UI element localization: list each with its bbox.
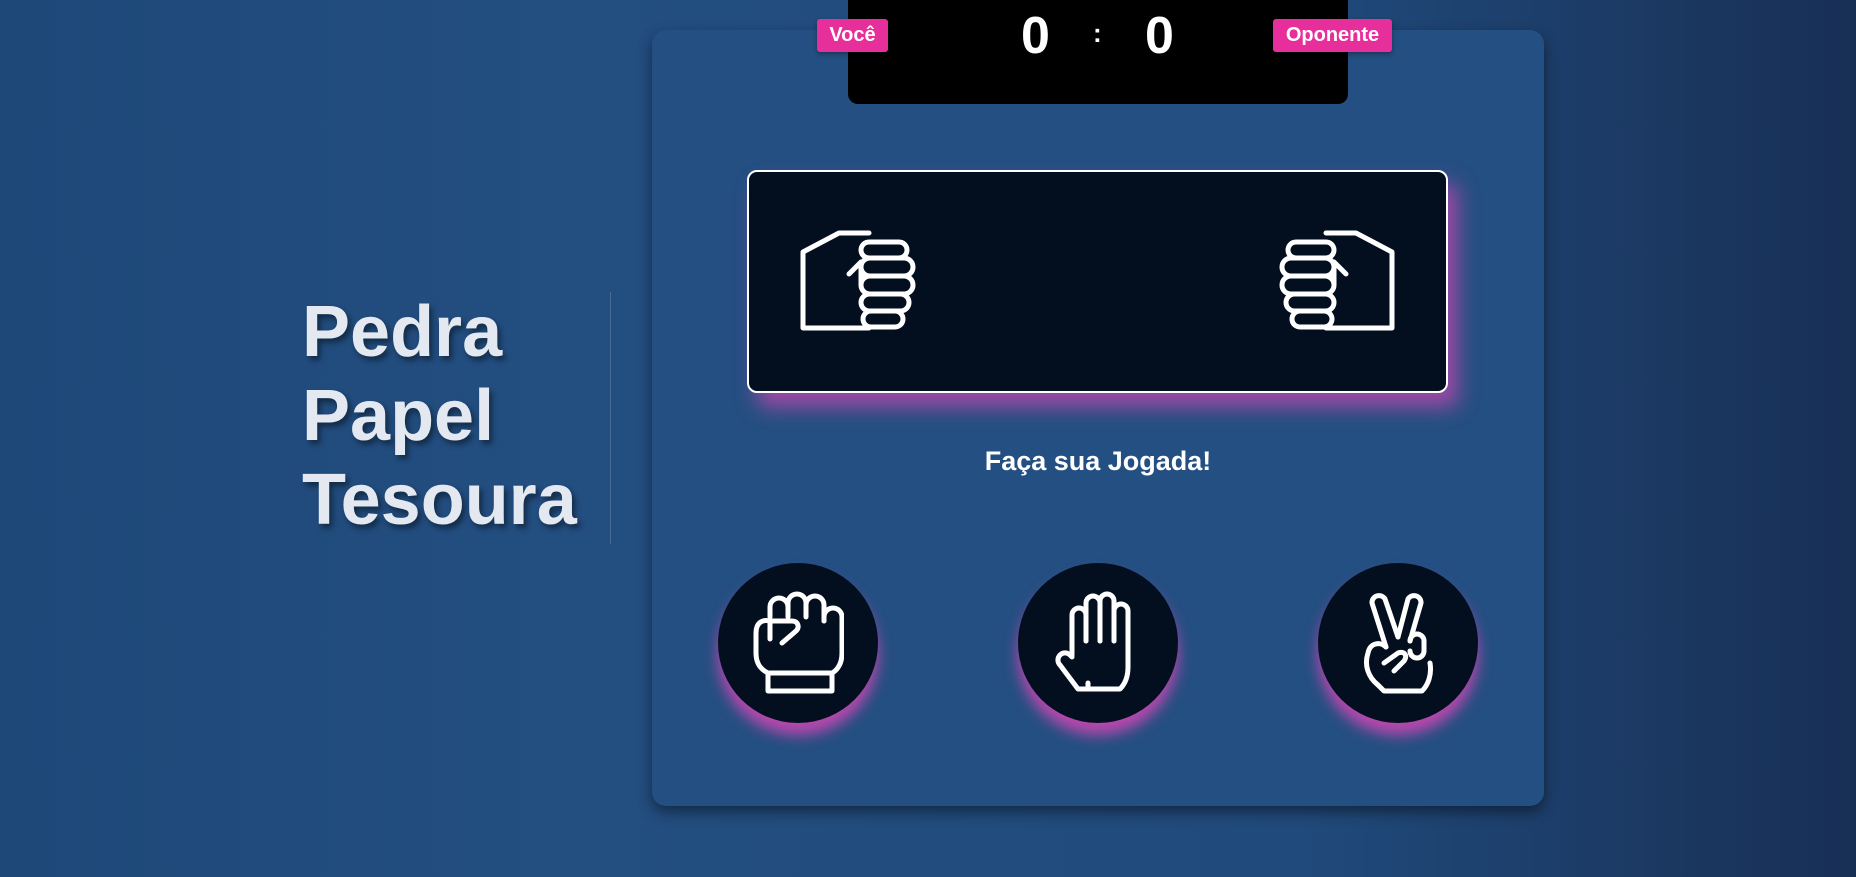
title-line-pedra: Pedra	[302, 292, 503, 372]
rock-button[interactable]	[718, 563, 878, 723]
paper-button[interactable]	[1018, 563, 1178, 723]
opponent-label-badge: Oponente	[1273, 19, 1392, 52]
fist-icon	[753, 591, 844, 694]
title-line-tesoura: Tesoura	[302, 460, 577, 540]
scoreboard	[848, 0, 1348, 104]
player-label-badge: Você	[817, 19, 888, 52]
game-title: Pedra Papel Tesoura	[302, 290, 577, 542]
opponent-score: 0	[1145, 7, 1174, 65]
fist-right-icon	[800, 230, 916, 331]
open-hand-icon	[1055, 591, 1131, 692]
player-score: 0	[1021, 7, 1050, 65]
fist-left-icon	[1279, 230, 1395, 331]
play-prompt: Faça sua Jogada!	[984, 446, 1212, 476]
battle-arena	[747, 170, 1448, 393]
score-separator: :	[1093, 18, 1102, 48]
scissors-button[interactable]	[1318, 563, 1478, 723]
title-divider	[610, 292, 611, 544]
title-line-papel: Papel	[302, 376, 495, 456]
peace-hand-icon	[1363, 593, 1433, 694]
